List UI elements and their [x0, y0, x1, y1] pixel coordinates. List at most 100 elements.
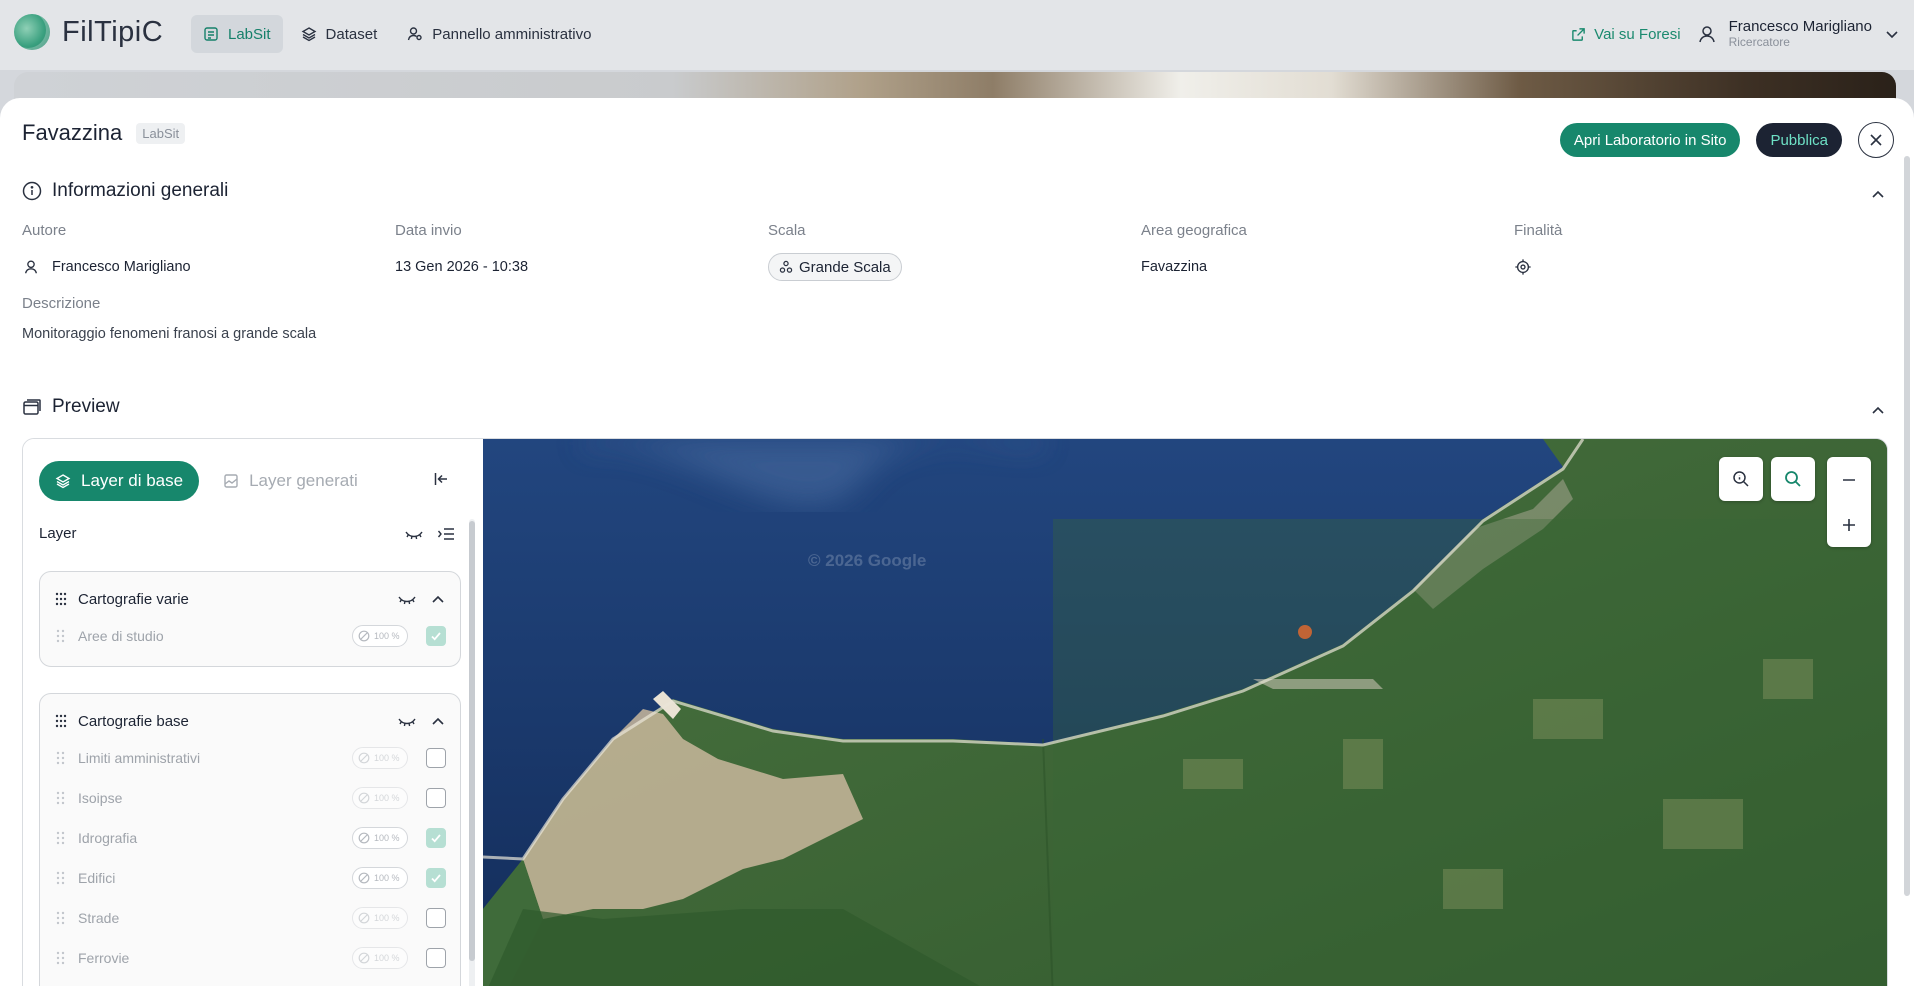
nav-label: Dataset [325, 25, 378, 43]
opacity-value: 100 % [374, 913, 400, 923]
opacity-control[interactable]: 100 % [352, 867, 408, 889]
zoom-out-button[interactable] [1827, 457, 1871, 502]
layer-checkbox[interactable] [426, 828, 446, 848]
eye-closed-icon[interactable] [405, 527, 423, 541]
opacity-control[interactable]: 100 % [352, 907, 408, 929]
identify-button[interactable] [1719, 457, 1763, 501]
layer-list-header: Layer [39, 525, 455, 542]
general-info-header[interactable]: Informazioni generali [22, 180, 228, 202]
layer-checkbox[interactable] [426, 626, 446, 646]
user-settings-icon [408, 27, 422, 41]
tab-base-layers[interactable]: Layer di base [39, 461, 200, 501]
layer-checkbox[interactable] [426, 908, 446, 928]
user-name: Francesco Marigliano [1728, 18, 1872, 36]
chevron-up-icon[interactable] [430, 591, 446, 607]
field-label: Data invio [395, 222, 462, 239]
layer-row: Isoipse 100 % [40, 778, 460, 818]
collapse-panel-icon[interactable] [433, 471, 449, 487]
drag-handle-icon[interactable] [54, 871, 68, 885]
drag-handle-icon[interactable] [54, 629, 68, 643]
layer-row: Limiti amministrativi 100 % [40, 738, 460, 778]
vai-su-foresi-link[interactable]: Vai su Foresi [1571, 26, 1681, 43]
opacity-value: 100 % [374, 793, 400, 803]
drag-handle-icon[interactable] [54, 714, 68, 728]
eye-closed-icon[interactable] [398, 714, 416, 728]
opacity-control[interactable]: 100 % [352, 747, 408, 769]
layer-checkbox[interactable] [426, 868, 446, 888]
opacity-control[interactable]: 100 % [352, 625, 408, 647]
description-label: Descrizione [22, 295, 101, 312]
layer-name: Aree di studio [78, 628, 164, 644]
chevron-up-icon[interactable] [1870, 186, 1886, 202]
eye-closed-icon[interactable] [398, 592, 416, 606]
modal-scrollbar[interactable] [1904, 156, 1910, 896]
close-button[interactable] [1858, 122, 1894, 158]
main-nav: LabSit Dataset Pannello amministrativo [191, 15, 604, 53]
drag-handle-icon[interactable] [54, 831, 68, 845]
layers-icon [301, 27, 316, 42]
drag-handle-icon[interactable] [54, 751, 68, 765]
field-label: Area geografica [1141, 222, 1247, 239]
logo-mark-icon [14, 14, 50, 50]
group-name: Cartografie varie [78, 590, 189, 608]
zoom-in-button[interactable] [1827, 502, 1871, 547]
panel-scrollbar-thumb[interactable] [469, 521, 475, 961]
layer-name: Limiti amministrativi [78, 750, 201, 766]
section-title: Informazioni generali [52, 180, 229, 201]
opacity-value: 100 % [374, 753, 400, 763]
scale-chip: Grande Scala [768, 253, 902, 281]
author-field: Autore Francesco Marigliano [22, 222, 395, 281]
opacity-control[interactable]: 100 % [352, 787, 408, 809]
top-right-area: Vai su Foresi Francesco Marigliano Ricer… [1571, 14, 1900, 54]
layer-checkbox[interactable] [426, 788, 446, 808]
chevron-up-icon[interactable] [1870, 402, 1886, 418]
labsit-icon [204, 27, 218, 41]
open-lab-button[interactable]: Apri Laboratorio in Sito [1559, 123, 1741, 157]
labsit-detail-modal: Favazzina LabSit Apri Laboratorio in Sit… [0, 98, 1914, 986]
layer-name: Edifici [78, 870, 116, 886]
layer-checkbox[interactable] [426, 948, 446, 968]
plus-icon [1843, 518, 1855, 531]
list-indent-icon[interactable] [437, 526, 455, 542]
preview-header[interactable]: Preview [22, 396, 120, 418]
layer-row: Ferrovie 100 % [40, 938, 460, 978]
tab-generated-layers[interactable]: Layer generati [223, 471, 358, 491]
user-role: Ricercatore [1728, 34, 1790, 49]
opacity-value: 100 % [374, 953, 400, 963]
layers-icon [55, 474, 71, 489]
layer-name: Isoipse [78, 790, 123, 806]
opacity-icon [358, 912, 370, 924]
opacity-control[interactable]: 100 % [352, 947, 408, 969]
minus-icon [1843, 478, 1855, 481]
layer-name: Idrografia [78, 830, 138, 846]
nav-item-labsit[interactable]: LabSit [191, 15, 283, 53]
drag-handle-icon[interactable] [54, 951, 68, 965]
nav-item-admin[interactable]: Pannello amministrativo [395, 15, 603, 53]
publish-button[interactable]: Pubblica [1756, 123, 1842, 157]
nav-item-dataset[interactable]: Dataset [289, 15, 390, 53]
map-preview: Layer di base Layer generati Layer Carto… [22, 438, 1888, 986]
date-value: 13 Gen 2026 - 10:38 [395, 259, 529, 275]
app-logo[interactable]: FilTipiC [14, 14, 163, 50]
scale-icon [779, 260, 793, 273]
user-icon [1698, 26, 1715, 43]
chevron-up-icon[interactable] [430, 713, 446, 729]
drag-handle-icon[interactable] [54, 911, 68, 925]
satellite-map[interactable]: © 2026 Google [483, 439, 1887, 986]
opacity-control[interactable]: 100 % [352, 827, 408, 849]
check-icon [431, 874, 441, 883]
chevron-down-icon[interactable] [1884, 26, 1900, 42]
info-icon [22, 181, 42, 201]
layer-name: Ferrovie [78, 950, 130, 966]
layer-row: Strade 100 % [40, 898, 460, 938]
layer-checkbox[interactable] [426, 748, 446, 768]
opacity-icon [358, 832, 370, 844]
window-icon [23, 399, 41, 415]
field-label: Finalità [1514, 222, 1563, 239]
tab-label: Layer di base [81, 471, 184, 490]
user-menu[interactable]: Francesco Marigliano Ricercatore [1697, 18, 1900, 49]
opacity-value: 100 % [374, 631, 400, 641]
drag-handle-icon[interactable] [54, 791, 68, 805]
search-map-button[interactable] [1771, 457, 1815, 501]
drag-handle-icon[interactable] [54, 592, 68, 606]
